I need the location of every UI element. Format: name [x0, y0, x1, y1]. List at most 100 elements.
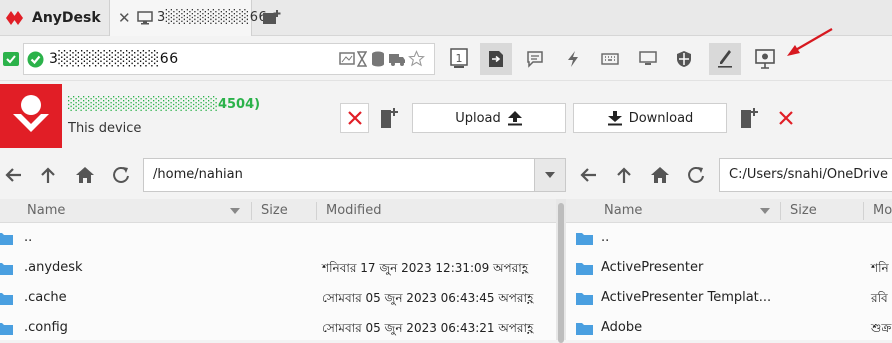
- download-label: Download: [628, 110, 694, 126]
- arrow-up-icon: [616, 166, 632, 184]
- device-subtitle: This device: [68, 121, 142, 136]
- new-file-icon: [379, 107, 399, 129]
- back-local-button[interactable]: [0, 160, 28, 190]
- table-row[interactable]: .anydesk শনিবার 17 জুন 2023 12:31:09 অপর…: [0, 253, 556, 283]
- file-modified: রবি: [871, 291, 888, 305]
- device-name: ░░░░░░░░░░░░░░░4504): [68, 97, 261, 112]
- sort-desc-icon[interactable]: [760, 208, 770, 214]
- remote-table-header: Name Size Mo: [566, 199, 892, 223]
- local-path-value: /home/nahian: [153, 167, 243, 182]
- home-local-button[interactable]: [70, 160, 100, 190]
- scrollbar-thumb[interactable]: [558, 203, 564, 343]
- folder-icon: [576, 232, 593, 245]
- new-folder-remote-button[interactable]: [734, 103, 764, 133]
- screenshot-icon[interactable]: [339, 51, 355, 67]
- home-remote-button[interactable]: [645, 160, 675, 190]
- table-row[interactable]: ActivePresenter শনি: [566, 253, 892, 283]
- verified-icon: [27, 51, 44, 68]
- draw-button[interactable]: [709, 43, 741, 75]
- table-row[interactable]: ..: [0, 223, 556, 253]
- column-divider[interactable]: [251, 202, 252, 220]
- session-tab[interactable]: ✕ 3░░░░░░░░66: [109, 0, 267, 36]
- upload-button[interactable]: Upload: [412, 103, 566, 133]
- local-table-header: Name Size Modified: [0, 199, 556, 223]
- monitor-icon: [137, 11, 153, 25]
- transfer-button[interactable]: [480, 43, 512, 75]
- close-icon: [779, 111, 793, 125]
- up-remote-button[interactable]: [609, 160, 639, 190]
- chat-button[interactable]: [519, 43, 551, 75]
- tab-label: 3░░░░░░░░66: [157, 10, 268, 25]
- keyboard-button[interactable]: [594, 43, 626, 75]
- svg-text:1: 1: [456, 52, 463, 65]
- file-name: .cache: [24, 290, 67, 305]
- close-icon: [347, 111, 362, 125]
- column-header-name[interactable]: Name: [27, 203, 65, 218]
- column-header-size[interactable]: Size: [261, 203, 288, 218]
- transfer-truck-icon[interactable]: [388, 51, 406, 67]
- folder-icon: [0, 232, 13, 245]
- database-icon[interactable]: [371, 51, 385, 67]
- local-file-list: .. .anydesk শনিবার 17 জুন 2023 12:31:09 …: [0, 223, 556, 340]
- file-name: ..: [24, 230, 33, 245]
- connection-status-icon: [3, 52, 19, 66]
- address-value: 3░░░░░░░░░66: [49, 51, 179, 67]
- column-header-modified[interactable]: Modified: [326, 203, 381, 218]
- remote-file-list: .. ActivePresenter শনি ActivePresenter T…: [566, 223, 892, 340]
- arrow-left-icon: [579, 167, 597, 183]
- column-divider[interactable]: [780, 202, 781, 220]
- cancel-local-button[interactable]: [340, 103, 369, 133]
- table-row[interactable]: .config সোমবার 05 জুন 2023 06:43:21 অপরা…: [0, 313, 556, 340]
- upload-label: Upload: [455, 110, 501, 126]
- download-button[interactable]: Download: [573, 103, 727, 133]
- keyboard-icon: [601, 53, 619, 65]
- file-manager-button[interactable]: 1: [443, 43, 475, 75]
- whiteboard-button[interactable]: [749, 43, 781, 75]
- column-header-size[interactable]: Size: [790, 203, 817, 218]
- folder-icon: [576, 322, 593, 335]
- display-button[interactable]: [632, 43, 664, 75]
- permissions-icon: [676, 50, 692, 68]
- star-icon[interactable]: [408, 50, 425, 67]
- column-header-modified[interactable]: Mo: [873, 203, 892, 218]
- column-divider[interactable]: [316, 202, 317, 220]
- file-modified: শুক্র: [871, 321, 892, 335]
- address-input[interactable]: 3░░░░░░░░░66: [23, 43, 435, 75]
- sort-desc-icon[interactable]: [230, 208, 240, 214]
- refresh-local-button[interactable]: [106, 160, 136, 190]
- column-divider[interactable]: [863, 202, 864, 220]
- title-bar: AnyDesk ✕ 3░░░░░░░░66: [0, 0, 892, 36]
- chat-icon: [526, 50, 544, 68]
- permissions-button[interactable]: [668, 43, 700, 75]
- back-remote-button[interactable]: [573, 160, 603, 190]
- file-name: ActivePresenter Templat...: [601, 290, 772, 305]
- actions-icon: [566, 50, 580, 68]
- hourglass-icon[interactable]: [357, 51, 367, 67]
- up-local-button[interactable]: [33, 160, 63, 190]
- remote-path-value: C:/Users/snahi/OneDrive: [729, 167, 888, 182]
- table-row[interactable]: ActivePresenter Templat... রবি: [566, 283, 892, 313]
- table-row[interactable]: ..: [566, 223, 892, 253]
- local-path-input[interactable]: /home/nahian: [143, 158, 535, 192]
- file-name: .anydesk: [24, 260, 83, 275]
- cancel-remote-button[interactable]: [771, 103, 801, 133]
- local-scrollbar[interactable]: [556, 199, 566, 343]
- local-path-dropdown[interactable]: [534, 158, 566, 192]
- new-folder-local-button[interactable]: [374, 103, 404, 133]
- new-tab-icon[interactable]: [262, 9, 282, 27]
- refresh-remote-button[interactable]: [681, 160, 711, 190]
- refresh-icon: [687, 166, 705, 184]
- column-header-name[interactable]: Name: [604, 203, 642, 218]
- file-modified: শনি: [871, 261, 889, 275]
- folder-icon: [0, 262, 13, 275]
- remote-path-input[interactable]: C:/Users/snahi/OneDrive: [719, 158, 892, 192]
- display-icon: [639, 51, 657, 67]
- anydesk-logo-icon: [6, 9, 26, 27]
- close-icon[interactable]: ✕: [118, 9, 131, 27]
- table-row[interactable]: .cache সোমবার 05 জুন 2023 06:43:45 অপরাহ…: [0, 283, 556, 313]
- file-modified: শনিবার 17 জুন 2023 12:31:09 অপরাহ্ণ: [322, 261, 529, 275]
- refresh-icon: [112, 166, 130, 184]
- chevron-down-icon: [545, 172, 555, 178]
- actions-button[interactable]: [557, 43, 589, 75]
- table-row[interactable]: Adobe শুক্র: [566, 313, 892, 340]
